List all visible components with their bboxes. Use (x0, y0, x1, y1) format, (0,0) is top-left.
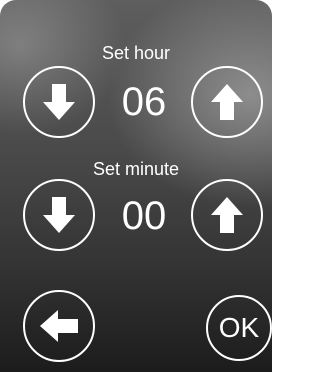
arrow-up-icon (209, 195, 245, 235)
set-hour-label: Set hour (101, 43, 171, 63)
arrow-down-icon (41, 195, 77, 235)
minute-decrease-button[interactable] (23, 179, 95, 251)
hour-decrease-button[interactable] (23, 66, 95, 138)
set-minute-label: Set minute (92, 159, 180, 179)
hour-value: 06 (121, 80, 167, 124)
arrow-down-icon (41, 82, 77, 122)
arrow-left-icon (38, 308, 80, 344)
time-setting-panel: Set hour 06 Set minute 00 OK (0, 0, 272, 372)
minute-value: 00 (121, 194, 167, 238)
ok-button[interactable]: OK (206, 295, 272, 361)
ok-button-label: OK (218, 312, 260, 343)
minute-increase-button[interactable] (191, 179, 263, 251)
back-button[interactable] (23, 290, 95, 362)
arrow-up-icon (209, 82, 245, 122)
hour-increase-button[interactable] (191, 66, 263, 138)
